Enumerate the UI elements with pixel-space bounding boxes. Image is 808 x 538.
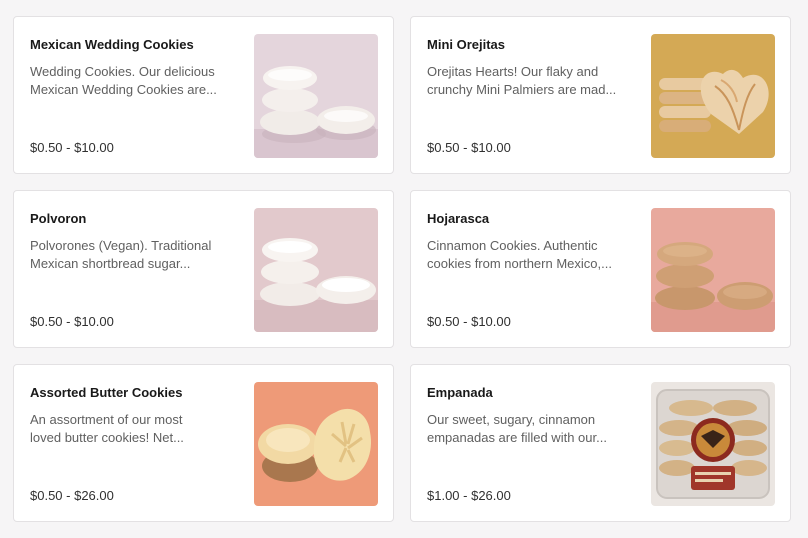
product-price: $0.50 - $10.00 [30, 140, 114, 155]
product-title: Hojarasca [427, 211, 490, 226]
product-description-line: Mexican shortbread sugar... [30, 256, 191, 271]
product-price: $0.50 - $10.00 [427, 314, 511, 329]
product-description-line: Mexican Wedding Cookies are... [30, 82, 217, 97]
mini-orejitas-photo[interactable] [651, 34, 775, 158]
product-description-line: An assortment of our most [30, 412, 183, 427]
product-card-polvoron[interactable]: Polvoron Polvorones (Vegan). Traditional… [13, 190, 394, 348]
product-description-line: empanadas are filled with our... [427, 430, 607, 445]
product-description-line: cookies from northern Mexico,... [427, 256, 612, 271]
product-price: $0.50 - $26.00 [30, 488, 114, 503]
product-description: Cinnamon Cookies. Authentic cookies from… [427, 237, 637, 273]
product-description: Orejitas Hearts! Our flaky and crunchy M… [427, 63, 637, 99]
assorted-butter-cookies-photo[interactable] [254, 382, 378, 506]
product-card-empanada[interactable]: Empanada Our sweet, sugary, cinnamon emp… [410, 364, 791, 522]
product-description: An assortment of our most loved butter c… [30, 411, 240, 447]
product-description-line: crunchy Mini Palmiers are mad... [427, 82, 617, 97]
product-price: $1.00 - $26.00 [427, 488, 511, 503]
product-price: $0.50 - $10.00 [30, 314, 114, 329]
product-description: Wedding Cookies. Our delicious Mexican W… [30, 63, 240, 99]
product-card-hojarasca[interactable]: Hojarasca Cinnamon Cookies. Authentic co… [410, 190, 791, 348]
product-title: Mexican Wedding Cookies [30, 37, 194, 52]
product-card-assorted-butter-cookies[interactable]: Assorted Butter Cookies An assortment of… [13, 364, 394, 522]
product-title: Assorted Butter Cookies [30, 385, 183, 400]
product-description-line: Cinnamon Cookies. Authentic [427, 238, 598, 253]
hojarasca-photo[interactable] [651, 208, 775, 332]
mexican-wedding-cookies-photo[interactable] [254, 34, 378, 158]
product-title: Polvoron [30, 211, 87, 226]
product-description: Polvorones (Vegan). Traditional Mexican … [30, 237, 240, 273]
product-description-line: Polvorones (Vegan). Traditional [30, 238, 212, 253]
product-description-line: Our sweet, sugary, cinnamon [427, 412, 596, 427]
product-grid: Mexican Wedding Cookies Wedding Cookies.… [13, 16, 791, 522]
product-title: Empanada [427, 385, 493, 400]
product-price: $0.50 - $10.00 [427, 140, 511, 155]
product-description-line: Orejitas Hearts! Our flaky and [427, 64, 599, 79]
product-description-line: loved butter cookies! Net... [30, 430, 184, 445]
empanada-package-photo[interactable] [651, 382, 775, 506]
polvoron-photo[interactable] [254, 208, 378, 332]
product-card-mexican-wedding-cookies[interactable]: Mexican Wedding Cookies Wedding Cookies.… [13, 16, 394, 174]
product-description-line: Wedding Cookies. Our delicious [30, 64, 215, 79]
product-title: Mini Orejitas [427, 37, 506, 52]
product-description: Our sweet, sugary, cinnamon empanadas ar… [427, 411, 637, 447]
product-card-mini-orejitas[interactable]: Mini Orejitas Orejitas Hearts! Our flaky… [410, 16, 791, 174]
